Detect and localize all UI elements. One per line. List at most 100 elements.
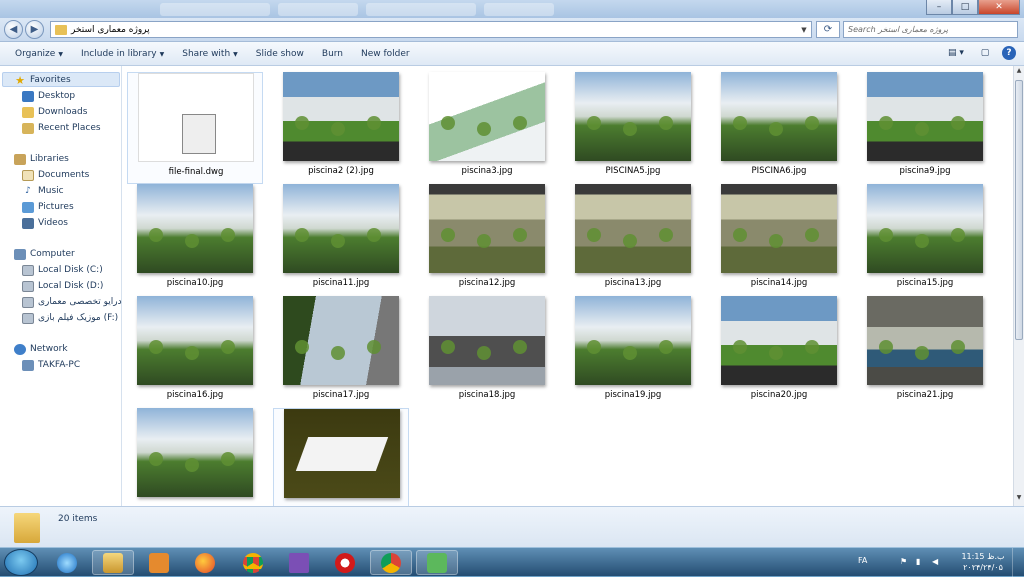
maximize-button[interactable]: □ [952, 0, 978, 15]
nav-drive-e[interactable]: درایو تخصصی معماری [22, 295, 122, 309]
nav-local-disk-d[interactable]: Local Disk (D:) [22, 279, 103, 293]
file-item[interactable]: piscina14.jpg [711, 184, 847, 296]
file-item[interactable]: piscina21.jpg [857, 296, 993, 408]
file-item[interactable]: PISCINA6.jpg [711, 72, 847, 184]
tree-shape [623, 346, 637, 360]
nav-drive-f[interactable]: موزیک فیلم بازی (F:) [22, 311, 118, 325]
nav-videos[interactable]: Videos [22, 216, 68, 230]
chrome-profile-taskbar-icon[interactable] [370, 550, 412, 575]
include-in-library-button[interactable]: Include in library ▼ [72, 49, 173, 59]
language-indicator[interactable]: FA [858, 556, 867, 565]
refresh-button[interactable]: ⟳ [816, 21, 840, 38]
image-thumbnail [429, 296, 545, 385]
scroll-down-icon[interactable]: ▼ [1014, 494, 1024, 505]
show-desktop-button[interactable] [1012, 548, 1024, 577]
file-item[interactable]: piscina20.jpg [711, 296, 847, 408]
file-item[interactable]: piscina10.jpg [127, 184, 263, 296]
nav-downloads[interactable]: Downloads [22, 105, 87, 119]
search-input[interactable]: Search پروژه معماری استخر [843, 21, 1018, 38]
tree-shape [623, 122, 637, 136]
vertical-scrollbar[interactable]: ▲ ▼ [1013, 66, 1024, 506]
nav-desktop[interactable]: Desktop [22, 89, 75, 103]
nav-takfa-pc[interactable]: TAKFA-PC [22, 358, 80, 372]
file-name: PISCINA6.jpg [751, 166, 807, 176]
nav-computer[interactable]: Computer [14, 247, 75, 261]
tray-flag-icon[interactable]: ⚑ [900, 557, 909, 566]
nav-favorites[interactable]: ★ Favorites [14, 73, 71, 87]
file-item[interactable]: piscina18.jpg [419, 296, 555, 408]
file-item[interactable]: piscina19.jpg [565, 296, 701, 408]
file-item[interactable]: piscina11.jpg [273, 184, 409, 296]
image-thumbnail [429, 184, 545, 273]
nav-documents[interactable]: Documents [22, 168, 89, 182]
back-button[interactable]: ◀ [4, 20, 23, 39]
file-item[interactable]: piscina3.jpg [419, 72, 555, 184]
drive-icon [22, 296, 34, 308]
taskbar-clock[interactable]: 11:15 ب.ظ ۲۰۲۴/۲۴/۰۵ [958, 551, 1008, 573]
tree-shape [149, 228, 163, 242]
burn-button[interactable]: Burn [313, 49, 352, 59]
drive-icon [22, 264, 34, 276]
app-taskbar-icon[interactable] [416, 550, 458, 575]
preview-pane-icon[interactable]: ▢ [978, 46, 992, 60]
organize-button[interactable]: Organize ▼ [6, 49, 72, 59]
tree-shape [915, 234, 929, 248]
start-button[interactable] [4, 549, 38, 576]
downloads-icon [22, 106, 34, 118]
chevron-down-icon[interactable]: ▼ [797, 26, 811, 34]
tree-shape [367, 340, 381, 354]
file-item[interactable]: file-final.dwg [127, 72, 263, 184]
file-item[interactable]: piscina16.jpg [127, 296, 263, 408]
scrollbar-thumb[interactable] [1015, 80, 1023, 340]
tree-shape [331, 346, 345, 360]
file-item[interactable]: piscina13.jpg [565, 184, 701, 296]
new-folder-button[interactable]: New folder [352, 49, 419, 59]
documents-icon [22, 169, 34, 181]
building-model-shape [295, 437, 389, 471]
file-item[interactable] [273, 408, 409, 506]
close-button[interactable]: ✕ [978, 0, 1020, 15]
file-item[interactable]: PISCINA5.jpg [565, 72, 701, 184]
tree-shape [659, 228, 673, 242]
nav-label: Recent Places [38, 123, 101, 133]
ie-taskbar-icon[interactable] [46, 550, 88, 575]
tree-shape [805, 340, 819, 354]
forward-button[interactable]: ▶ [25, 20, 44, 39]
nav-libraries[interactable]: Libraries [14, 152, 69, 166]
file-item[interactable]: piscina9.jpg [857, 72, 993, 184]
media-player-taskbar-icon[interactable] [138, 550, 180, 575]
file-item[interactable]: piscina2 (2).jpg [273, 72, 409, 184]
explorer-taskbar-icon[interactable] [92, 550, 134, 575]
tree-shape [221, 228, 235, 242]
network-signal-icon[interactable]: ▮ [916, 557, 925, 566]
nav-local-disk-c[interactable]: Local Disk (C:) [22, 263, 103, 277]
tree-shape [587, 228, 601, 242]
file-item[interactable]: piscina12.jpg [419, 184, 555, 296]
nav-network[interactable]: Network [14, 342, 68, 356]
volume-icon[interactable]: ◀ [932, 557, 941, 566]
image-thumbnail [867, 296, 983, 385]
file-item[interactable]: piscina15.jpg [857, 184, 993, 296]
file-item[interactable]: piscina17.jpg [273, 296, 409, 408]
firefox-taskbar-icon[interactable] [184, 550, 226, 575]
opera-taskbar-icon[interactable] [324, 550, 366, 575]
slide-show-button[interactable]: Slide show [247, 49, 313, 59]
help-icon[interactable]: ? [1002, 46, 1016, 60]
nav-music[interactable]: ♪ Music [22, 184, 63, 198]
scroll-up-icon[interactable]: ▲ [1014, 67, 1024, 78]
tree-shape [185, 234, 199, 248]
nav-pictures[interactable]: Pictures [22, 200, 74, 214]
image-thumbnail [137, 296, 253, 385]
chrome-taskbar-icon[interactable] [232, 550, 274, 575]
drive-icon [22, 312, 34, 324]
tree-shape [331, 234, 345, 248]
image-thumbnail [283, 184, 399, 273]
image-thumbnail [721, 184, 837, 273]
nav-recent-places[interactable]: Recent Places [22, 121, 101, 135]
address-bar[interactable]: پروژه معماری استخر ▼ [50, 21, 812, 38]
view-options-icon[interactable]: ▤ ▾ [944, 46, 968, 60]
share-with-button[interactable]: Share with ▼ [173, 49, 247, 59]
minimize-button[interactable]: – [926, 0, 952, 15]
file-item[interactable] [127, 408, 263, 506]
visual-studio-taskbar-icon[interactable] [278, 550, 320, 575]
